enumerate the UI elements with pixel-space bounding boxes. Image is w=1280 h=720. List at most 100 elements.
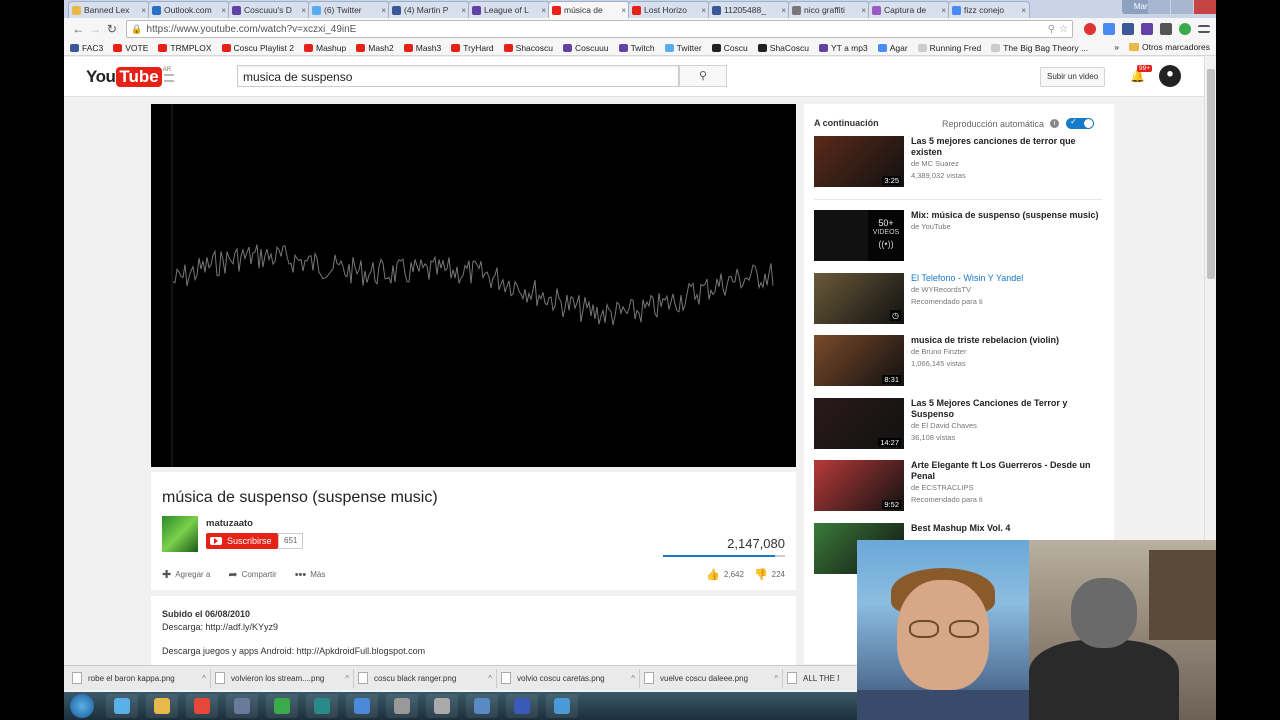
related-video-title[interactable]: Best Mashup Mix Vol. 4 — [911, 523, 1106, 534]
bookmark-item[interactable]: YT a mp3 — [819, 43, 868, 53]
back-icon[interactable]: ← — [70, 22, 87, 36]
taskbar-app[interactable] — [226, 694, 258, 718]
reload-icon[interactable]: ↻ — [104, 22, 121, 36]
close-tab-icon[interactable]: × — [701, 6, 706, 15]
related-video-title[interactable]: Arte Elegante ft Los Guerreros - Desde u… — [911, 460, 1106, 482]
close-window-button[interactable] — [1194, 0, 1216, 14]
video-thumbnail[interactable]: 3:25 — [814, 136, 904, 187]
browser-tab[interactable]: Lost Horizo × — [628, 1, 710, 18]
info-icon[interactable]: i — [1050, 119, 1060, 128]
video-player[interactable] — [151, 104, 796, 467]
browser-tab[interactable]: Banned Lex × — [68, 1, 150, 18]
taskbar-app[interactable] — [266, 694, 298, 718]
extension-icon[interactable] — [1160, 23, 1173, 35]
download-item[interactable]: ALL THE NAIT — [783, 669, 843, 688]
video-thumbnail[interactable]: 9:52 — [814, 460, 904, 511]
browser-tab[interactable]: Outlook.com × — [148, 1, 230, 18]
video-thumbnail[interactable]: 14:27 — [814, 398, 904, 449]
close-tab-icon[interactable]: × — [621, 6, 626, 15]
related-video[interactable]: ◷ El Telefono - Wisin Y Yandel de WYRecord… — [814, 273, 1106, 325]
extension-icon[interactable] — [1084, 23, 1097, 35]
taskbar-app[interactable] — [306, 694, 338, 718]
upload-button[interactable]: Subir un video — [1040, 67, 1106, 87]
bookmark-item[interactable]: Twitch — [618, 43, 655, 53]
scrollbar-thumb[interactable] — [1207, 69, 1215, 279]
taskbar-app[interactable] — [346, 694, 378, 718]
bookmark-item[interactable]: Running Fred — [917, 43, 981, 53]
download-item[interactable]: volvieron los stream....png ^ — [211, 668, 354, 688]
taskbar-app[interactable] — [506, 694, 538, 718]
related-video-title[interactable]: El Telefono - Wisin Y Yandel — [911, 273, 1106, 284]
video-thumbnail[interactable]: 50+ VIDEOS ((•)) — [814, 210, 904, 261]
facebook-icon[interactable] — [1122, 23, 1135, 35]
close-tab-icon[interactable]: × — [141, 6, 146, 15]
taskbar-app[interactable] — [186, 694, 218, 718]
close-tab-icon[interactable]: × — [861, 6, 866, 15]
video-thumbnail[interactable]: ◷ — [814, 273, 904, 324]
video-thumbnail[interactable]: 8:31 — [814, 335, 904, 386]
browser-tab[interactable]: 11205488_ × — [708, 1, 790, 18]
subscribe-button[interactable]: Suscribirse — [206, 533, 278, 549]
channel-avatar[interactable] — [162, 516, 198, 552]
bookmark-star-icon[interactable]: ☆ — [1059, 24, 1068, 35]
avatar[interactable] — [1159, 65, 1181, 87]
taskbar-app[interactable] — [546, 694, 578, 718]
download-item[interactable]: coscu black ranger.png ^ — [354, 668, 497, 688]
browser-tab[interactable]: League of L × — [468, 1, 550, 18]
bookmark-item[interactable]: Mash3 — [403, 43, 441, 53]
related-video-title[interactable]: musica de triste rebelacion (violin) — [911, 335, 1106, 346]
close-tab-icon[interactable]: × — [781, 6, 786, 15]
other-bookmarks[interactable]: » Otros marcadores — [1108, 42, 1210, 52]
close-tab-icon[interactable]: × — [941, 6, 946, 15]
bookmark-item[interactable]: Agar — [877, 43, 908, 53]
browser-tab[interactable]: (6) Twitter × — [308, 1, 390, 18]
related-video-title[interactable]: Las 5 mejores canciones de terror que ex… — [911, 136, 1106, 158]
close-tab-icon[interactable]: × — [301, 6, 306, 15]
channel-name[interactable]: matuzaato — [206, 518, 253, 529]
chevron-up-icon[interactable]: ^ — [631, 674, 635, 683]
taskbar-app[interactable] — [466, 694, 498, 718]
taskbar-app[interactable] — [146, 694, 178, 718]
download-item[interactable]: vuelve coscu daleee.png ^ — [640, 668, 783, 688]
start-button[interactable] — [70, 694, 94, 718]
bookmark-item[interactable]: Shacoscu — [503, 43, 553, 53]
chevron-right-icon[interactable]: » — [1114, 42, 1119, 52]
bookmark-item[interactable]: TRMPLOX — [158, 43, 212, 53]
address-bar[interactable]: 🔒 https://www.youtube.com/watch?v=xczxi_… — [126, 20, 1074, 38]
watch-later-icon[interactable]: ◷ — [890, 310, 901, 321]
chevron-up-icon[interactable]: ^ — [345, 674, 349, 683]
autoplay-toggle[interactable]: ✓ — [1066, 117, 1095, 129]
search-button[interactable]: ⚲ — [679, 65, 727, 87]
bookmark-item[interactable]: Coscu Playlist 2 — [221, 43, 294, 53]
extension-icon[interactable] — [1103, 23, 1116, 35]
bookmark-item[interactable]: Coscuuu — [563, 43, 609, 53]
browser-tab[interactable]: nico graffiti × — [788, 1, 870, 18]
twitch-icon[interactable] — [1141, 23, 1154, 35]
download-item[interactable]: volvio coscu caretas.png ^ — [497, 668, 640, 688]
youtube-logo[interactable]: You Tube AR — [86, 67, 171, 87]
browser-tab[interactable]: (4) Martin P × — [388, 1, 470, 18]
related-video-title[interactable]: Las 5 Mejores Canciones de Terror y Susp… — [911, 398, 1106, 420]
minimize-button[interactable] — [1148, 0, 1170, 14]
related-video[interactable]: 50+ VIDEOS ((•)) Mix: música de suspenso (s… — [814, 210, 1106, 262]
related-video[interactable]: 9:52 Arte Elegante ft Los Guerreros - Des… — [814, 460, 1106, 512]
forward-icon[interactable]: → — [87, 22, 104, 36]
chevron-up-icon[interactable]: ^ — [774, 674, 778, 683]
related-video-title[interactable]: Mix: música de suspenso (suspense music) — [911, 210, 1106, 221]
close-tab-icon[interactable]: × — [381, 6, 386, 15]
guide-menu-icon[interactable] — [164, 74, 174, 82]
bookmark-item[interactable]: The Big Bag Theory ... — [991, 43, 1088, 53]
bookmark-item[interactable]: VOTE — [113, 43, 148, 53]
related-video[interactable]: 14:27 Las 5 Mejores Canciones de Terror y… — [814, 398, 1106, 450]
browser-tab[interactable]: Coscuuu's D × — [228, 1, 310, 18]
url-text[interactable]: https://www.youtube.com/watch?v=xczxi_49… — [147, 24, 1044, 35]
close-tab-icon[interactable]: × — [461, 6, 466, 15]
related-video[interactable]: 3:25 Las 5 mejores canciones de terror qu… — [814, 136, 1106, 188]
bookmark-item[interactable]: TryHard — [451, 43, 494, 53]
thumbs-up-icon[interactable]: 👍 — [706, 568, 720, 581]
bookmark-item[interactable]: ShaCoscu — [757, 43, 809, 53]
close-tab-icon[interactable]: × — [541, 6, 546, 15]
bookmark-item[interactable]: FAC3 — [70, 43, 103, 53]
browser-tab[interactable]: fizz conejo × — [948, 1, 1030, 18]
chevron-up-icon[interactable]: ^ — [488, 674, 492, 683]
